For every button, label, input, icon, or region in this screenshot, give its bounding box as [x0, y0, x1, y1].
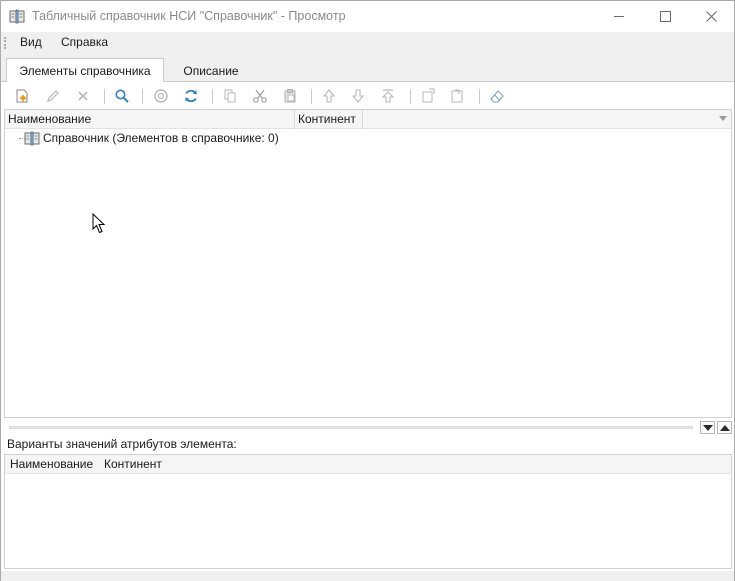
book-icon: [24, 131, 40, 146]
import-button[interactable]: [447, 86, 467, 106]
find-value-icon: [154, 89, 168, 103]
title-bar: Табличный справочник НСИ "Справочник" - …: [1, 1, 734, 32]
delete-icon: [78, 91, 88, 101]
grid-header: Наименование Континент: [5, 455, 731, 474]
toolbar-separator: [311, 89, 312, 104]
arrow-down-icon: [702, 424, 713, 431]
paste-button[interactable]: [280, 86, 300, 106]
column-chooser-icon[interactable]: [719, 116, 727, 121]
new-element-icon: [16, 89, 28, 103]
toolbar-separator: [479, 89, 480, 104]
mouse-cursor-icon: [92, 213, 106, 234]
edit-button[interactable]: [43, 86, 63, 106]
close-icon: [705, 11, 717, 22]
maximize-icon: [659, 11, 671, 22]
find-value-button[interactable]: [151, 86, 171, 106]
search-icon: [115, 89, 129, 103]
variants-label: Варианты значений атрибутов элемента:: [7, 437, 237, 451]
copy-button[interactable]: [220, 86, 240, 106]
book-icon: [9, 9, 25, 24]
collapse-up-button[interactable]: [717, 421, 732, 434]
menu-grip[interactable]: [4, 37, 6, 49]
status-bar: [1, 571, 734, 581]
window-title: Табличный справочник НСИ "Справочник" - …: [32, 9, 346, 23]
move-down-button[interactable]: [348, 86, 368, 106]
move-to-top-icon: [381, 89, 395, 103]
cut-icon: [253, 89, 267, 103]
column-name-header[interactable]: Наименование: [10, 455, 93, 474]
paste-icon: [284, 89, 296, 103]
maximize-button[interactable]: [642, 1, 688, 32]
tab-elements[interactable]: Элементы справочника: [6, 58, 164, 82]
tab-description[interactable]: Описание: [169, 59, 253, 82]
eraser-icon: [490, 90, 504, 103]
refresh-icon: [185, 89, 197, 103]
copy-icon: [224, 89, 236, 103]
close-button[interactable]: [688, 1, 734, 32]
column-continent-header[interactable]: Континент: [295, 110, 363, 129]
move-up-icon: [322, 89, 336, 103]
delete-button[interactable]: [73, 86, 93, 106]
tree-row[interactable]: Справочник (Элементов в справочнике: 0): [5, 129, 731, 147]
splitter[interactable]: [1, 418, 734, 436]
move-up-button[interactable]: [319, 86, 339, 106]
cut-button[interactable]: [250, 86, 270, 106]
app-window: Табличный справочник НСИ "Справочник" - …: [0, 0, 735, 581]
export-icon: [422, 88, 435, 103]
splitter-track[interactable]: [9, 426, 693, 429]
minimize-button[interactable]: [596, 1, 642, 32]
menu-bar: Вид Справка: [1, 32, 734, 53]
grid-header: Наименование Континент: [5, 110, 731, 129]
menu-view[interactable]: Вид: [20, 35, 42, 49]
toolbar: [1, 83, 734, 109]
collapse-down-button[interactable]: [700, 421, 715, 434]
new-element-button[interactable]: [12, 86, 32, 106]
tab-content: Наименование Континент Справочник (Элеме…: [1, 81, 734, 581]
minimize-icon: [613, 16, 624, 17]
menu-help[interactable]: Справка: [61, 35, 108, 49]
import-icon: [451, 89, 463, 103]
move-to-top-button[interactable]: [378, 86, 398, 106]
tab-strip: Элементы справочника Описание: [1, 53, 734, 82]
toolbar-separator: [142, 89, 143, 104]
tree-node-label: Справочник (Элементов в справочнике: 0): [43, 131, 279, 145]
search-button[interactable]: [112, 86, 132, 106]
variants-grid[interactable]: Наименование Континент: [4, 454, 732, 569]
export-button[interactable]: [418, 86, 438, 106]
edit-icon: [47, 90, 59, 102]
eraser-button[interactable]: [487, 86, 507, 106]
refresh-button[interactable]: [181, 86, 201, 106]
arrow-up-icon: [719, 424, 730, 431]
elements-tree-grid[interactable]: Наименование Континент Справочник (Элеме…: [4, 109, 732, 418]
column-continent-header[interactable]: Континент: [104, 455, 162, 474]
toolbar-separator: [212, 89, 213, 104]
toolbar-separator: [410, 89, 411, 104]
column-name-header[interactable]: Наименование: [5, 110, 295, 129]
move-down-icon: [351, 89, 365, 103]
toolbar-separator: [104, 89, 105, 104]
